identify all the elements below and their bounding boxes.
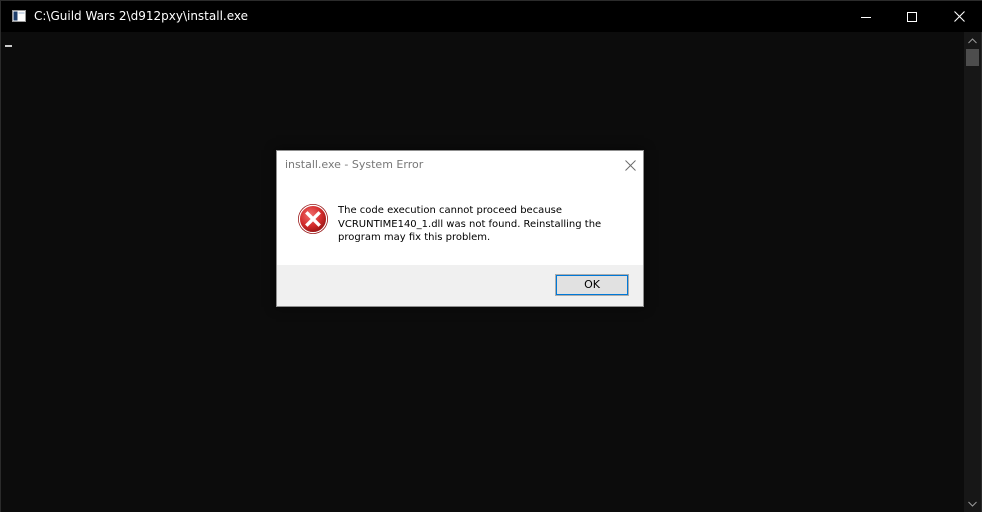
- scroll-down-button[interactable]: [964, 495, 981, 512]
- window-title: C:\Guild Wars 2\d912pxy\install.exe: [34, 9, 249, 23]
- console-window: C:\Guild Wars 2\d912pxy\install.exe inst…: [0, 0, 982, 512]
- system-error-dialog: install.exe - System Error The code exec…: [276, 150, 644, 307]
- text-cursor: [5, 45, 12, 47]
- error-message-line: VCRUNTIME140_1.dll was not found. Reinst…: [338, 218, 602, 230]
- dialog-title: install.exe - System Error: [285, 158, 424, 171]
- console-app-icon: [12, 10, 26, 22]
- title-bar[interactable]: C:\Guild Wars 2\d912pxy\install.exe: [1, 1, 982, 32]
- minimize-icon: [861, 16, 871, 18]
- close-icon: [624, 159, 636, 171]
- close-icon: [953, 11, 965, 22]
- maximize-button[interactable]: [889, 1, 935, 32]
- close-button[interactable]: [936, 1, 982, 32]
- error-message-line: The code execution cannot proceed becaus…: [338, 205, 563, 216]
- maximize-icon: [907, 11, 917, 22]
- minimize-button[interactable]: [843, 1, 889, 32]
- scroll-up-button[interactable]: [964, 32, 981, 49]
- dialog-close-button[interactable]: [616, 152, 644, 178]
- error-message-line: program may fix this problem.: [338, 232, 491, 243]
- scroll-up-arrow-icon: [968, 37, 977, 43]
- scroll-thumb[interactable]: [966, 49, 979, 66]
- ok-button[interactable]: OK: [555, 274, 629, 296]
- error-message: The code execution cannot proceed becaus…: [338, 204, 638, 245]
- vertical-scrollbar[interactable]: [964, 32, 981, 512]
- scroll-down-arrow-icon: [968, 501, 977, 507]
- dialog-button-bar: OK: [277, 265, 643, 306]
- error-icon: [298, 204, 328, 234]
